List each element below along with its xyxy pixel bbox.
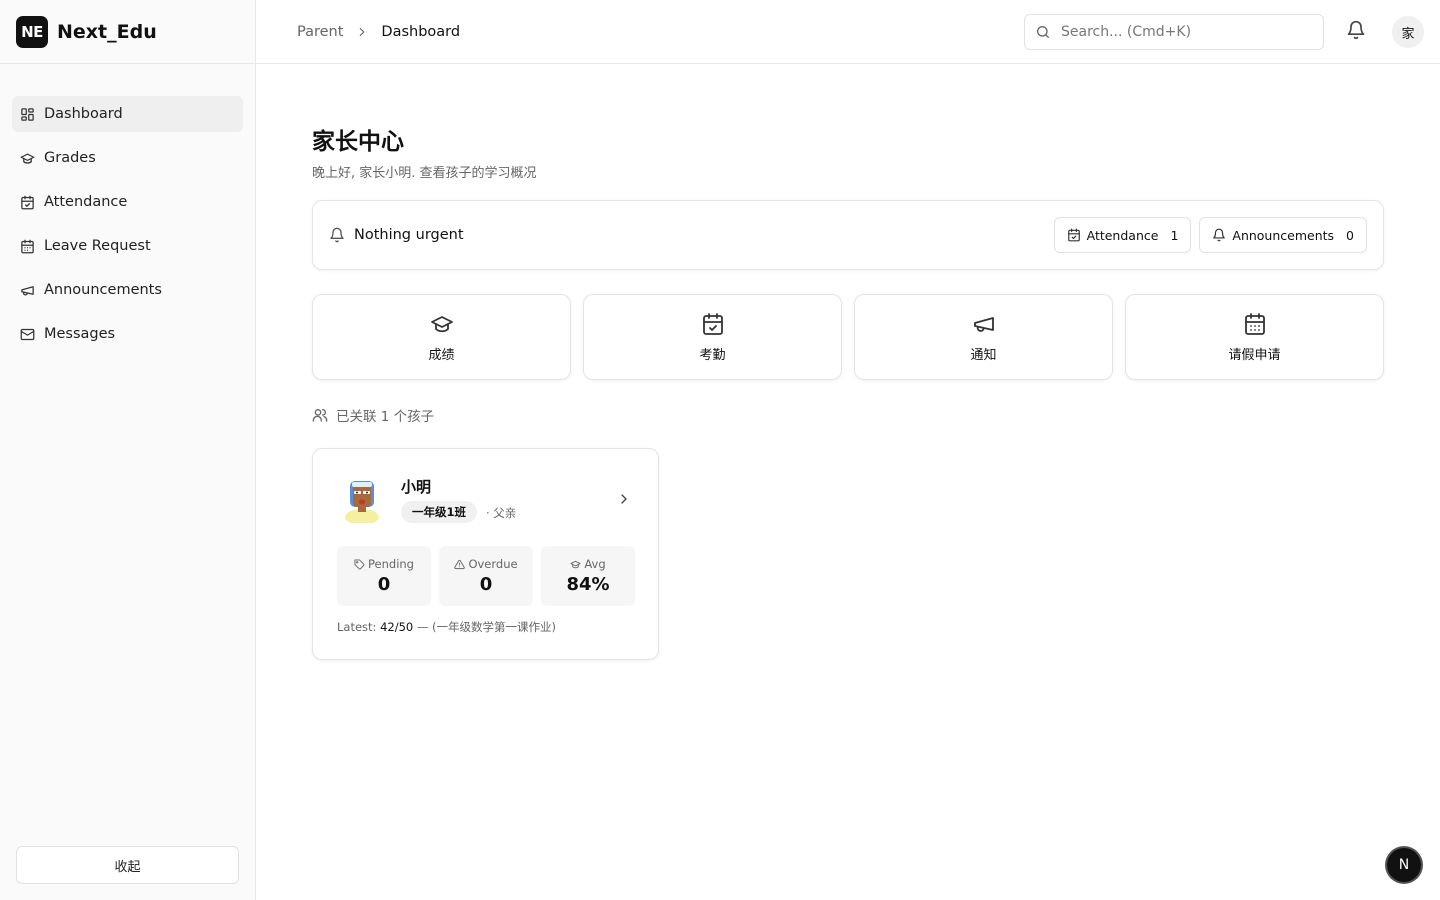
linked-children-text: 已关联 1 个孩子 — [336, 409, 435, 425]
brand-logo: NE — [16, 15, 48, 48]
user-avatar[interactable]: 家 — [1392, 16, 1424, 48]
sidebar-item-dashboard[interactable]: Dashboard — [12, 96, 243, 132]
quick-link-label: 请假申请 — [1228, 347, 1281, 363]
sidebar-item-grades[interactable]: Grades — [12, 140, 243, 176]
stat-label-text: Avg — [584, 557, 606, 571]
calendar-check-icon — [702, 312, 723, 335]
megaphone-icon — [973, 316, 994, 332]
alert-badges: Attendance 1 Announcements 0 — [1053, 217, 1367, 253]
quick-link-grades[interactable]: 成绩 — [312, 294, 571, 380]
quick-link-leave-request[interactable]: 请假申请 — [1125, 294, 1384, 380]
stat-value: 0 — [377, 574, 391, 595]
calendar-grid-icon — [1244, 312, 1265, 335]
stat-average: Avg 84% — [541, 546, 635, 606]
graduation-cap-icon — [20, 153, 35, 164]
tag-icon — [354, 558, 365, 569]
calendar-check-icon — [21, 195, 34, 209]
megaphone-icon — [21, 285, 34, 295]
dashboard-icon — [21, 107, 34, 121]
sidebar: NE Next_Edu Dashboard Grades Attendance … — [0, 0, 256, 900]
breadcrumb: Parent Dashboard — [297, 24, 460, 40]
quick-link-label: 考勤 — [699, 347, 726, 363]
stat-label-text: Overdue — [468, 557, 518, 571]
sidebar-item-attendance[interactable]: Attendance — [12, 184, 243, 220]
alert-triangle-icon — [454, 559, 466, 569]
sidebar-item-announcements[interactable]: Announcements — [12, 272, 243, 308]
linked-children-header: 已关联 1 个孩子 — [312, 405, 434, 425]
bell-icon — [330, 227, 344, 243]
latest-grade: Latest: 42/50 — (一年级数学第一课作业) — [337, 619, 556, 635]
alert-card: Nothing urgent Attendance 1 Announcement… — [312, 200, 1384, 270]
child-avatar — [345, 481, 379, 523]
breadcrumb-current: Dashboard — [381, 23, 461, 40]
child-stats: Pending 0 Overdue 0 Avg 84% — [337, 546, 635, 606]
badge-count: 0 — [1346, 227, 1354, 243]
bell-icon — [1213, 228, 1226, 242]
quick-link-label: 成绩 — [428, 347, 455, 363]
class-badge: 一年级1班 — [401, 501, 478, 523]
sidebar-item-label: Leave Request — [44, 238, 151, 254]
brand[interactable]: NE Next_Edu — [0, 0, 255, 64]
chevron-right-icon — [360, 27, 365, 36]
relation-text: · 父亲 — [486, 506, 517, 520]
stat-value: 84% — [566, 574, 610, 595]
dev-tools-button[interactable]: N — [1387, 848, 1421, 882]
announcements-alert-button[interactable]: Announcements 0 — [1199, 217, 1367, 253]
chevron-right-icon[interactable] — [616, 491, 632, 507]
users-icon — [312, 409, 328, 422]
child-card[interactable]: 小明 一年级1班 · 父亲 Pending 0 Overdue 0 Avg 84… — [312, 448, 659, 660]
stat-value: 0 — [479, 574, 493, 595]
latest-label: Latest: — [337, 620, 377, 634]
stat-overdue: Overdue 0 — [439, 546, 533, 606]
topbar: Parent Dashboard 家 — [256, 0, 1440, 64]
stat-label: Avg — [570, 557, 606, 571]
calendar-icon — [21, 239, 34, 253]
stat-label: Overdue — [454, 557, 518, 571]
sidebar-item-messages[interactable]: Messages — [12, 316, 243, 352]
collapse-sidebar-button[interactable]: 收起 — [16, 846, 239, 884]
sidebar-item-leave-request[interactable]: Leave Request — [12, 228, 243, 264]
badge-count: 1 — [1170, 227, 1179, 243]
latest-separator: — — [416, 620, 429, 634]
sidebar-item-label: Grades — [44, 150, 96, 166]
sidebar-item-label: Messages — [44, 326, 116, 342]
main-content: 家长中心 晚上好, 家长小明. 查看孩子的学习概况 Nothing urgent… — [312, 64, 1384, 660]
alert-text: Nothing urgent — [354, 227, 464, 243]
search-input[interactable] — [1061, 24, 1291, 40]
sidebar-item-label: Announcements — [44, 282, 162, 298]
quick-link-label: 通知 — [970, 347, 997, 363]
sidebar-item-label: Dashboard — [44, 106, 123, 122]
graduation-cap-icon — [570, 560, 581, 568]
mail-icon — [20, 328, 35, 340]
stat-label: Pending — [354, 557, 414, 571]
attendance-alert-button[interactable]: Attendance 1 — [1053, 217, 1192, 253]
quick-link-attendance[interactable]: 考勤 — [583, 294, 842, 380]
child-name: 小明 — [401, 478, 432, 496]
stat-pending: Pending 0 — [337, 546, 431, 606]
latest-score: 42/50 — [380, 620, 414, 634]
latest-assignment: (一年级数学第一课作业) — [432, 620, 557, 634]
search-box[interactable] — [1024, 14, 1324, 50]
calendar-check-icon — [1067, 228, 1080, 242]
sidebar-item-label: Attendance — [44, 194, 128, 210]
breadcrumb-parent[interactable]: Parent — [297, 24, 343, 40]
page-subtitle: 晚上好, 家长小明. 查看孩子的学习概况 — [312, 166, 537, 181]
badge-label: Announcements — [1232, 227, 1335, 243]
brand-name: Next_Edu — [57, 20, 157, 43]
badge-label: Attendance — [1086, 227, 1159, 243]
quick-link-announcements[interactable]: 通知 — [854, 294, 1113, 380]
graduation-cap-icon — [430, 315, 453, 332]
page-title: 家长中心 — [312, 129, 404, 155]
notifications-button[interactable] — [1346, 20, 1366, 40]
stat-label-text: Pending — [368, 557, 414, 571]
quick-links: 成绩 考勤 通知 请假申请 — [312, 294, 1384, 380]
search-icon — [1037, 26, 1049, 38]
sidebar-nav: Dashboard Grades Attendance Leave Reques… — [0, 64, 255, 352]
bell-icon — [1347, 20, 1365, 40]
